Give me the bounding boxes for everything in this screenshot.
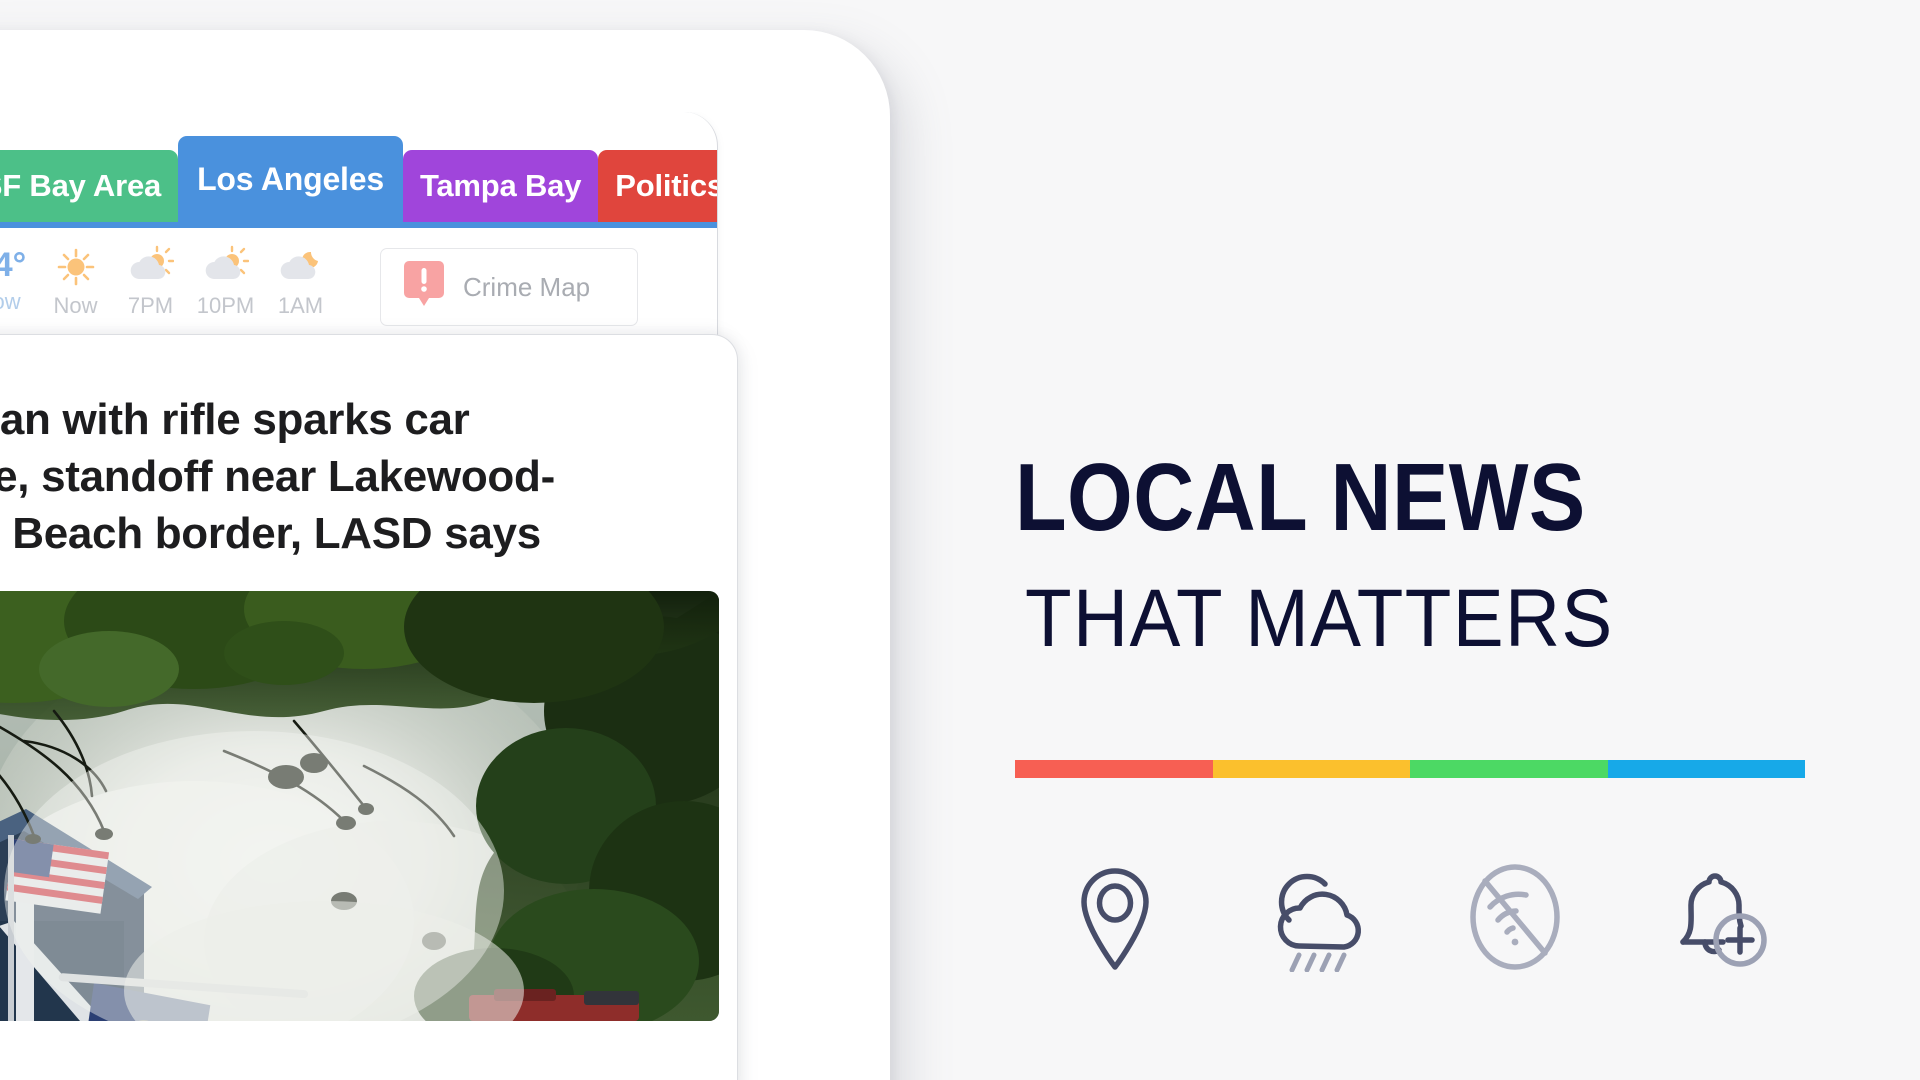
news-article-card[interactable]: Woman with rifle sparks car chase, stand… <box>0 334 738 1080</box>
tab-politics[interactable]: Politics <box>598 150 717 222</box>
partly-cloudy-day-icon <box>203 245 249 286</box>
forecast-1am: 1AM <box>263 248 338 317</box>
weather-low: 34° Low <box>0 248 38 313</box>
crime-map-button[interactable]: Crime Map <box>380 248 638 326</box>
alert-pin-icon <box>403 259 445 316</box>
forecast-time: 7PM <box>127 293 174 318</box>
cloudy-night-icon <box>278 248 324 286</box>
partly-cloudy-day-icon <box>128 245 174 286</box>
location-pin-icon <box>1015 862 1215 972</box>
no-wifi-icon <box>1415 862 1615 972</box>
tab-label: Tampa Bay <box>419 168 582 203</box>
feature-icon-row <box>1015 862 1815 972</box>
forecast-7pm: 7PM <box>113 245 188 318</box>
crime-map-label: Crime Map <box>463 271 591 302</box>
forecast-time: 1AM <box>277 293 324 318</box>
article-headline: Woman with rifle sparks car chase, stand… <box>0 395 555 559</box>
news-app-header-card: City SF Bay Area Los Angeles Tampa Bay P… <box>0 112 718 349</box>
tab-label: SF Bay Area <box>0 168 162 203</box>
category-tab-strip[interactable]: City SF Bay Area Los Angeles Tampa Bay P… <box>0 136 717 222</box>
forecast-now: Now <box>38 248 113 317</box>
sun-icon <box>54 248 98 286</box>
tab-los-angeles[interactable]: Los Angeles <box>178 136 403 222</box>
weather-low-value: 34° <box>0 246 27 284</box>
color-bar-segment-red <box>1015 760 1213 778</box>
bell-plus-icon <box>1615 862 1815 972</box>
marketing-panel: LOCAL NEWS THAT MATTERS <box>1015 0 1920 1080</box>
forecast-time: 10PM <box>196 293 255 318</box>
brand-color-bar <box>1015 760 1805 778</box>
tab-label: Los Angeles <box>197 160 384 197</box>
forecast-time: Now <box>53 293 98 318</box>
tagline-secondary: THAT MATTERS <box>1025 573 1614 664</box>
tab-sf-bay-area[interactable]: SF Bay Area <box>0 150 179 222</box>
weather-low-label: Low <box>0 289 21 314</box>
tab-tampa-bay[interactable]: Tampa Bay <box>402 150 599 222</box>
article-photo <box>0 590 719 1021</box>
color-bar-segment-blue <box>1607 760 1805 778</box>
forecast-10pm: 10PM <box>188 245 263 318</box>
rain-cloud-sun-icon <box>1215 862 1415 972</box>
color-bar-segment-green <box>1410 760 1608 778</box>
weather-forecast-row: 53° High 34° Low <box>0 228 717 348</box>
tab-label: Politics <box>615 168 717 203</box>
phone-screen: City SF Bay Area Los Angeles Tampa Bay P… <box>0 112 840 1080</box>
color-bar-segment-yellow <box>1212 760 1410 778</box>
tagline-primary: LOCAL NEWS <box>1015 444 1586 551</box>
